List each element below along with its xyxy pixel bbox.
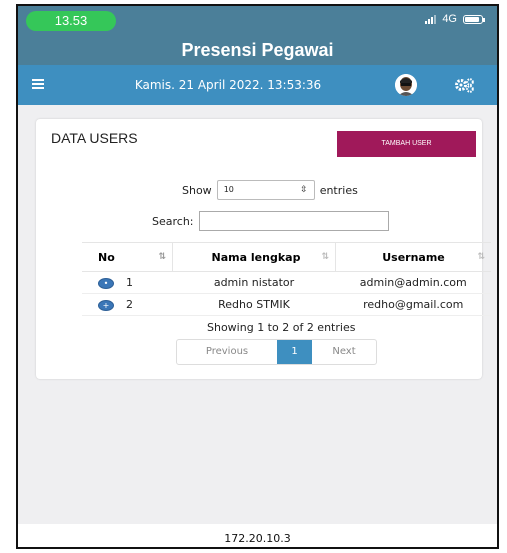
data-users-card: DATA USERS TAMBAH USER Show 10 ⇳ entries…	[36, 119, 491, 379]
battery-icon	[463, 14, 485, 24]
page-length-control: Show 10 ⇳ entries	[182, 180, 358, 200]
entries-label: entries	[319, 183, 358, 197]
sort-icon: ⇅	[477, 252, 485, 262]
hamburger-menu-icon[interactable]	[32, 79, 44, 89]
page-length-select[interactable]: 10 ⇳	[216, 180, 315, 200]
column-header-no[interactable]: No ⇅	[82, 242, 173, 272]
show-label: Show	[182, 183, 212, 197]
table-header-row: No ⇅ Nama lengkap ⇅ Username ⇅	[82, 242, 491, 272]
page-1-button[interactable]: 1	[277, 340, 312, 364]
status-time: 13.53	[26, 11, 116, 31]
page-length-value: 10	[223, 185, 234, 194]
cell-name: Redho STMIK	[172, 293, 336, 316]
phone-frame: 13.53 4G Presensi Pegawai Kamis. 21 Apri…	[16, 4, 499, 549]
search-control: Search:	[152, 211, 389, 231]
expand-row-icon[interactable]: •	[98, 277, 114, 289]
app-title: Presensi Pegawai	[18, 36, 497, 65]
settings-gears-icon[interactable]	[452, 76, 476, 94]
current-datetime: Kamis. 21 April 2022. 13:53:36	[134, 78, 322, 92]
cell-no: +2	[82, 293, 173, 316]
previous-page-button[interactable]: Previous	[177, 340, 277, 364]
cell-username: redho@gmail.com	[335, 293, 491, 316]
column-header-username[interactable]: Username ⇅	[335, 242, 491, 272]
card-title: DATA USERS	[51, 130, 138, 146]
url-text: 172.20.10.3	[224, 532, 291, 545]
sort-icon: ⇅	[321, 252, 329, 262]
user-avatar[interactable]	[395, 74, 417, 96]
status-indicators: 4G	[425, 13, 485, 25]
home-indicator[interactable]	[175, 548, 355, 549]
cell-username: admin@admin.com	[335, 271, 491, 294]
cell-no: • 1	[82, 271, 173, 294]
sort-asc-icon: ⇅	[158, 252, 166, 262]
status-bar: 13.53 4G	[18, 6, 497, 36]
cell-name: admin nistator	[172, 271, 336, 294]
network-label: 4G	[442, 13, 457, 25]
search-input[interactable]	[198, 211, 389, 231]
users-table: No ⇅ Nama lengkap ⇅ Username ⇅ • 1 admin nis…	[82, 242, 491, 316]
browser-url-bar[interactable]: 172.20.10.3	[18, 524, 497, 549]
table-row: • 1 admin nistator admin@admin.com	[82, 271, 491, 294]
pagination: Previous 1 Next	[176, 339, 377, 365]
next-page-button[interactable]: Next	[312, 340, 376, 364]
select-arrows-icon: ⇳	[300, 185, 308, 195]
navbar: Kamis. 21 April 2022. 13:53:36	[18, 65, 497, 105]
column-header-name[interactable]: Nama lengkap ⇅	[172, 242, 336, 272]
table-info: Showing 1 to 2 of 2 entries	[207, 321, 356, 334]
add-user-button[interactable]: TAMBAH USER	[337, 131, 476, 157]
signal-icon	[425, 14, 437, 24]
search-label: Search:	[152, 214, 194, 228]
expand-row-icon[interactable]: +	[98, 299, 114, 311]
table-row: +2 Redho STMIK redho@gmail.com	[82, 293, 491, 316]
